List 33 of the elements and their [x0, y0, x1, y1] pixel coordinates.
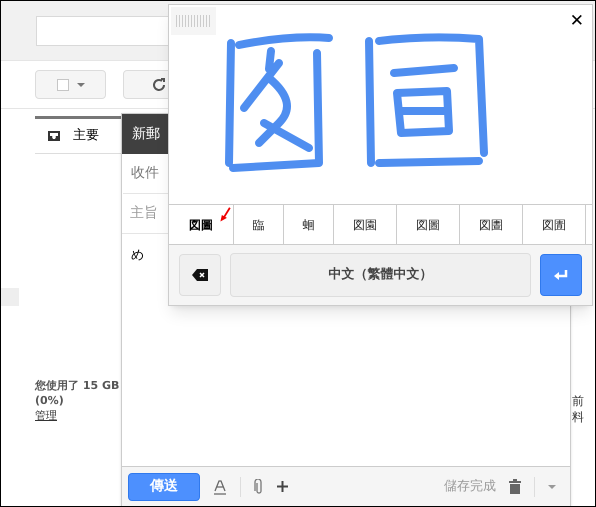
- candidate-button[interactable]: 臨: [234, 205, 284, 244]
- candidate-button[interactable]: 図圖: [397, 205, 460, 244]
- candidate-button[interactable]: 蛔: [284, 205, 334, 244]
- pointer-arrow-icon: [219, 207, 232, 223]
- candidate-button[interactable]: 図園: [334, 205, 397, 244]
- drag-handle-icon[interactable]: [171, 7, 216, 35]
- caret-icon: [76, 82, 84, 86]
- close-button[interactable]: ✕: [570, 9, 584, 34]
- compose-title: 新郵: [132, 124, 160, 144]
- storage-usage-text: 您使用了 15 GB: [35, 378, 120, 393]
- body-text: め: [131, 248, 144, 263]
- plus-icon[interactable]: [277, 481, 288, 492]
- refresh-icon: [152, 78, 166, 92]
- save-status-text: 儲存完成: [444, 478, 496, 496]
- storage-percent-text: (0%): [35, 393, 65, 408]
- text-format-icon: [213, 478, 227, 494]
- truncated-text: 前: [572, 393, 584, 409]
- enter-button[interactable]: [540, 254, 582, 296]
- select-checkbox-button[interactable]: [35, 70, 106, 99]
- language-button[interactable]: 中文（繁體中文）: [230, 253, 532, 297]
- truncated-text: 料: [572, 409, 584, 425]
- manage-link[interactable]: 管理: [35, 408, 57, 423]
- checkbox-icon: [56, 78, 68, 90]
- candidate-button[interactable]: 図圊: [523, 205, 586, 244]
- backspace-button[interactable]: [179, 254, 221, 296]
- backspace-icon: [192, 269, 208, 281]
- candidate-button[interactable]: 図圕: [460, 205, 523, 244]
- enter-icon: [554, 270, 568, 280]
- caret-icon[interactable]: [548, 484, 556, 488]
- trash-icon[interactable]: [509, 479, 521, 494]
- paperclip-icon[interactable]: [254, 478, 264, 494]
- sidebar-highlight: [1, 288, 19, 306]
- inbox-icon: [47, 130, 61, 142]
